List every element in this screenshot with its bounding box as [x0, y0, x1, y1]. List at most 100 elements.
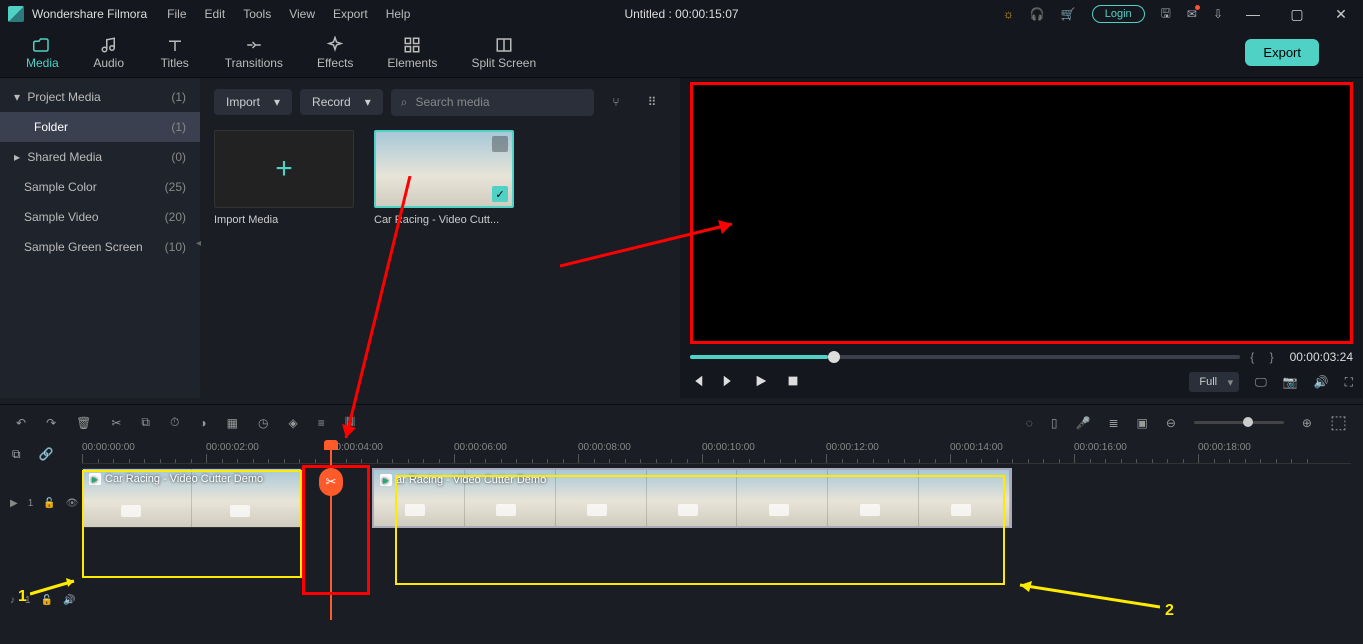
zoom-out-button[interactable]: ⊖ — [1166, 416, 1176, 430]
lock-icon[interactable]: 🔓 — [43, 498, 55, 509]
filter-icon[interactable]: ⑂ — [602, 88, 630, 116]
menu-help[interactable]: Help — [386, 7, 411, 21]
timeline-toolbar: ↶ ↷ 🗑 ✂ ⧉ ⏱ ◑ ▦ ◷ ◈ ≡ ⦀⦀ ◌ ▯ 🎤 ≣ ▣ ⊖ ⊕ ⬚ — [0, 404, 1363, 440]
headphones-icon[interactable]: 🎧 — [1030, 7, 1045, 21]
zoom-slider[interactable] — [1194, 421, 1284, 424]
in-out-brackets[interactable]: { } — [1250, 350, 1279, 364]
adjust-button[interactable]: ≡ — [318, 416, 325, 430]
play-icon: ▶ — [380, 474, 392, 486]
timeline-options-icon[interactable]: ⧉ — [12, 447, 21, 462]
sidebar-item-sample-green-screen[interactable]: Sample Green Screen(10) — [0, 232, 200, 262]
prev-frame-button[interactable] — [690, 374, 704, 391]
preview-scrubber[interactable] — [690, 355, 1240, 359]
green-screen-button[interactable]: ▦ — [227, 416, 238, 430]
zoom-in-button[interactable]: ⊕ — [1302, 416, 1312, 430]
video-type-icon — [492, 136, 508, 152]
annotation-arrow-1-icon — [30, 577, 82, 597]
next-frame-button[interactable] — [722, 374, 736, 391]
delete-button[interactable]: 🗑 — [76, 416, 91, 430]
eye-icon[interactable]: 👁 — [66, 498, 79, 509]
duration-button[interactable]: ◷ — [258, 416, 268, 430]
volume-icon[interactable]: 🔊 — [1314, 375, 1329, 389]
close-button[interactable]: ✕ — [1327, 6, 1355, 23]
tab-transitions[interactable]: Transitions — [213, 32, 295, 74]
keyframe-button[interactable]: ◈ — [288, 416, 297, 430]
play-button[interactable] — [754, 374, 768, 391]
menu-tools[interactable]: Tools — [243, 7, 271, 21]
record-dropdown[interactable]: Record▾ — [300, 89, 383, 115]
minimize-button[interactable]: — — [1239, 6, 1267, 22]
chevron-down-icon: ▾ — [274, 95, 280, 109]
collapse-sidebar-icon[interactable]: ◂ — [196, 238, 201, 249]
plus-icon: + — [275, 152, 293, 186]
fullscreen-icon[interactable]: ⛶ — [1345, 375, 1353, 390]
media-sidebar: ▾ Project Media(1) Folder(1) ▸ Shared Me… — [0, 78, 200, 398]
search-icon: ⌕ — [401, 95, 408, 110]
track-button[interactable]: ▯ — [1051, 416, 1058, 430]
timeline: ⧉ 🔗 00:00:00:0000:00:02:0000:00:04:0000:… — [0, 440, 1363, 644]
mixer-button[interactable]: ≣ — [1108, 416, 1118, 430]
crop-button[interactable]: ⧉ — [141, 415, 150, 430]
tab-media[interactable]: Media — [14, 32, 71, 74]
sidebar-item-shared-media[interactable]: ▸ Shared Media(0) — [0, 142, 200, 172]
import-media-tile[interactable]: + Import Media — [214, 130, 354, 226]
undo-button[interactable]: ↶ — [16, 416, 26, 430]
timeline-ruler[interactable]: 00:00:00:0000:00:02:0000:00:04:0000:00:0… — [82, 440, 1351, 464]
quality-dropdown[interactable]: Full — [1189, 372, 1239, 392]
marker-button[interactable]: ◌ — [1026, 416, 1033, 430]
menu-bar: File Edit Tools View Export Help — [167, 7, 410, 21]
playhead[interactable]: ✂ — [330, 440, 332, 620]
preview-viewport[interactable] — [690, 82, 1353, 344]
voiceover-button[interactable]: 🎤 — [1076, 416, 1091, 430]
grid-view-icon[interactable]: ⠿ — [638, 88, 666, 116]
redo-button[interactable]: ↷ — [46, 416, 56, 430]
export-button[interactable]: Export — [1245, 39, 1319, 66]
cut-button[interactable]: ✂ — [111, 416, 121, 430]
sidebar-item-sample-video[interactable]: Sample Video(20) — [0, 202, 200, 232]
tab-split-screen[interactable]: Split Screen — [459, 32, 548, 74]
tab-bar: Media Audio Titles Transitions Effects E… — [0, 28, 1363, 78]
tab-elements[interactable]: Elements — [375, 32, 449, 74]
sidebar-item-sample-color[interactable]: Sample Color(25) — [0, 172, 200, 202]
menu-view[interactable]: View — [289, 7, 315, 21]
stop-button[interactable] — [786, 374, 800, 391]
tab-titles[interactable]: Titles — [147, 32, 203, 74]
zoom-fit-button[interactable]: ⬚ — [1330, 412, 1347, 433]
save-icon[interactable]: 🖫 — [1161, 4, 1171, 25]
login-button[interactable]: Login — [1092, 5, 1145, 23]
timeline-clip-1[interactable]: ▶Car Racing - Video Cutter Demo — [82, 468, 302, 528]
mail-icon[interactable]: ✉ — [1187, 7, 1197, 21]
app-logo-icon — [8, 6, 24, 22]
import-dropdown[interactable]: Import▾ — [214, 89, 292, 115]
project-title: Untitled : 00:00:15:07 — [624, 7, 738, 21]
tab-audio[interactable]: Audio — [81, 32, 137, 74]
check-icon: ✓ — [492, 186, 508, 202]
menu-file[interactable]: File — [167, 7, 186, 21]
annotation-number-1: 1 — [18, 588, 27, 606]
menu-export[interactable]: Export — [333, 7, 368, 21]
preview-panel: { } 00:00:03:24 Full 🖵 📷 🔊 ⛶ — [680, 78, 1363, 398]
maximize-button[interactable]: ▢ — [1283, 6, 1311, 23]
search-media-input[interactable]: ⌕Search media — [391, 89, 594, 116]
cart-icon[interactable]: 🛒 — [1061, 7, 1076, 21]
lightbulb-icon[interactable]: ☼ — [1003, 7, 1014, 21]
color-button[interactable]: ◑ — [199, 416, 206, 430]
sidebar-item-project-media[interactable]: ▾ Project Media(1) — [0, 82, 200, 112]
scrub-handle[interactable] — [828, 351, 840, 363]
annotation-arrow-2-icon — [1010, 580, 1160, 610]
download-icon[interactable]: ⇩ — [1213, 7, 1223, 21]
speed-button[interactable]: ⏱ — [170, 415, 179, 430]
display-icon[interactable]: 🖵 — [1255, 375, 1267, 390]
video-track: ▶1 🔓 👁 ▶Car Racing - Video Cutter Demo ▶… — [0, 468, 1363, 550]
sidebar-item-folder[interactable]: Folder(1) — [0, 112, 200, 142]
timeline-clip-2[interactable]: ▶ar Racing - Video Cutter Demo — [372, 468, 1012, 528]
menu-edit[interactable]: Edit — [205, 7, 226, 21]
track-video-icon: ▶ — [10, 498, 18, 509]
tab-effects[interactable]: Effects — [305, 32, 365, 74]
snapshot-icon[interactable]: 📷 — [1283, 375, 1298, 389]
play-icon: ▶ — [89, 473, 101, 485]
link-tracks-icon[interactable]: 🔗 — [39, 447, 54, 461]
split-scissors-icon[interactable]: ✂ — [319, 468, 343, 496]
render-button[interactable]: ▣ — [1137, 416, 1148, 430]
annotation-red-arrow-right-icon — [560, 218, 740, 271]
